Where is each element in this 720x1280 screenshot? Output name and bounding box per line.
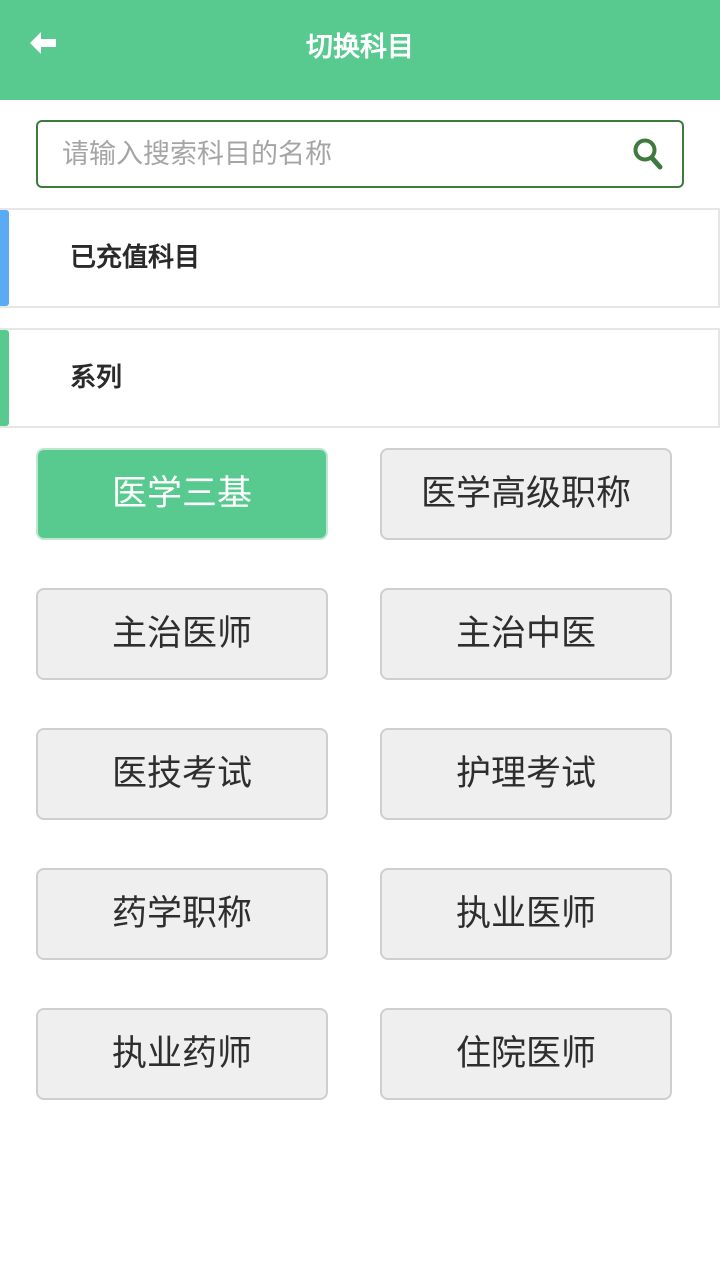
series-button-yixue-sanji[interactable]: 医学三基 [36,448,328,540]
header-bar: 切换科目 [0,0,720,100]
section-accent-bar [0,210,9,306]
section-label: 系列 [70,363,123,393]
section-label: 已充值科目 [70,243,201,273]
series-button-zhiye-yishi[interactable]: 执业医师 [380,868,672,960]
series-button-huli-kaoshi[interactable]: 护理考试 [380,728,672,820]
series-button-zhuyuan-yishi[interactable]: 住院医师 [380,1008,672,1100]
series-button-yiji-kaoshi[interactable]: 医技考试 [36,728,328,820]
series-button-zhuzhi-zhongyi[interactable]: 主治中医 [380,588,672,680]
section-accent-bar [0,330,9,426]
search-input[interactable] [38,122,618,186]
search-icon[interactable] [632,137,664,171]
series-button-zhuzhi-yishi[interactable]: 主治医师 [36,588,328,680]
series-button-zhiye-yaoshi[interactable]: 执业药师 [36,1008,328,1100]
series-button-yaoxue-zhicheng[interactable]: 药学职称 [36,868,328,960]
page-title: 切换科目 [306,32,414,63]
series-button-yixue-gaoji-zhicheng[interactable]: 医学高级职称 [380,448,672,540]
section-series[interactable]: 系列 [0,328,720,428]
section-recharged-subjects[interactable]: 已充值科目 [0,208,720,308]
search-box [36,120,684,188]
